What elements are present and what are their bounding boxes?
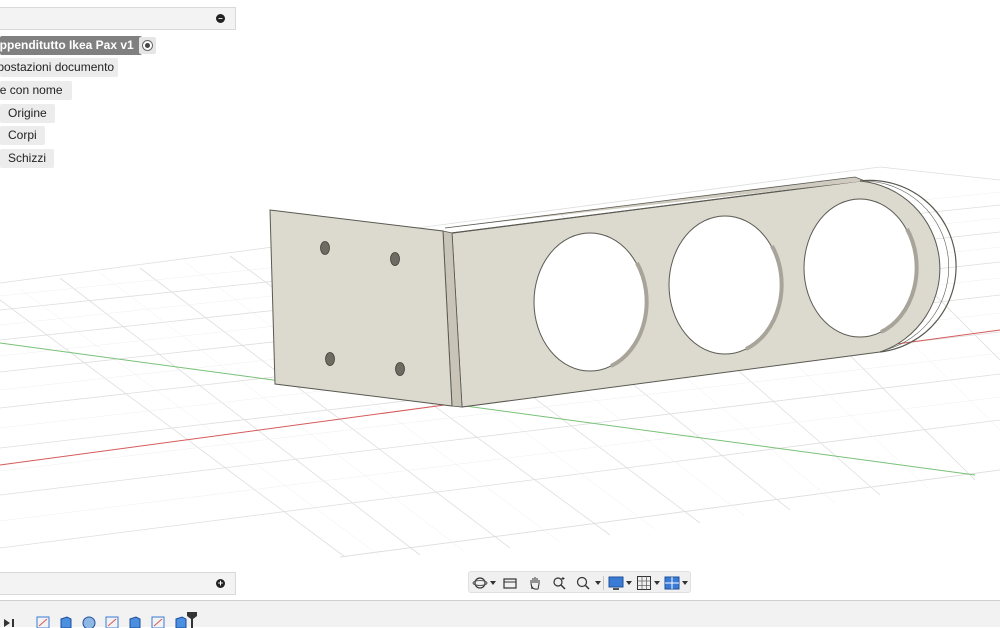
browser-item-bodies[interactable]: Corpi bbox=[0, 126, 45, 145]
extrude-feature-icon[interactable] bbox=[59, 615, 73, 628]
pan-icon[interactable] bbox=[527, 575, 543, 591]
grid-dropdown-icon[interactable] bbox=[654, 581, 660, 585]
browser-item-label: Origine bbox=[8, 106, 47, 120]
display-settings-icon[interactable] bbox=[608, 575, 624, 591]
screw-hole bbox=[320, 241, 330, 255]
screw-hole bbox=[325, 352, 335, 366]
sketch-feature-icon[interactable] bbox=[36, 615, 50, 628]
look-at-icon[interactable] bbox=[502, 575, 518, 591]
short-plate bbox=[269, 209, 453, 407]
add-comment-icon[interactable]: + bbox=[216, 579, 225, 588]
fillet-feature-icon[interactable] bbox=[82, 615, 96, 628]
browser-item-label: Impostazioni documento bbox=[0, 60, 115, 74]
zoom-dropdown-icon[interactable] bbox=[595, 581, 601, 585]
orbit-dropdown-icon[interactable] bbox=[490, 581, 496, 585]
viewports-icon[interactable] bbox=[664, 575, 680, 591]
browser-item-named-views[interactable]: Viste con nome bbox=[0, 81, 72, 100]
comments-panel-header: + bbox=[0, 572, 236, 595]
bracket-body bbox=[269, 176, 957, 408]
orbit-icon[interactable] bbox=[472, 575, 488, 591]
browser-item-label: Viste con nome bbox=[0, 83, 63, 97]
browser-item-label: Schizzi bbox=[8, 151, 47, 165]
navigation-bar bbox=[468, 571, 691, 593]
viewports-dropdown-icon[interactable] bbox=[682, 581, 688, 585]
grid-icon[interactable] bbox=[636, 575, 652, 591]
browser-item-document-settings[interactable]: Impostazioni documento bbox=[0, 58, 118, 77]
screw-hole bbox=[395, 362, 405, 376]
extrude-feature-icon[interactable] bbox=[128, 615, 142, 628]
browser-item-label: Corpi bbox=[8, 128, 37, 142]
browser-item-origin[interactable]: Origine bbox=[0, 104, 55, 123]
zoom-window-icon[interactable] bbox=[551, 575, 567, 591]
display-dropdown-icon[interactable] bbox=[626, 581, 632, 585]
browser-item-sketches[interactable]: Schizzi bbox=[0, 149, 55, 168]
screw-hole bbox=[390, 252, 400, 266]
collapse-panel-icon[interactable]: – bbox=[216, 14, 225, 23]
sketch-feature-icon[interactable] bbox=[151, 615, 165, 628]
browser-panel-header: – bbox=[0, 7, 236, 30]
sketch-feature-icon[interactable] bbox=[105, 615, 119, 628]
zoom-icon[interactable] bbox=[575, 575, 591, 591]
timeline-bar bbox=[0, 600, 1000, 628]
timeline-marker-icon[interactable] bbox=[186, 611, 198, 628]
3d-viewport[interactable] bbox=[0, 0, 1000, 600]
active-document-radio-icon[interactable] bbox=[139, 37, 156, 54]
browser-document-node[interactable]: Appenditutto Ikea Pax v1 bbox=[0, 36, 142, 55]
document-name: Appenditutto Ikea Pax v1 bbox=[0, 38, 134, 52]
